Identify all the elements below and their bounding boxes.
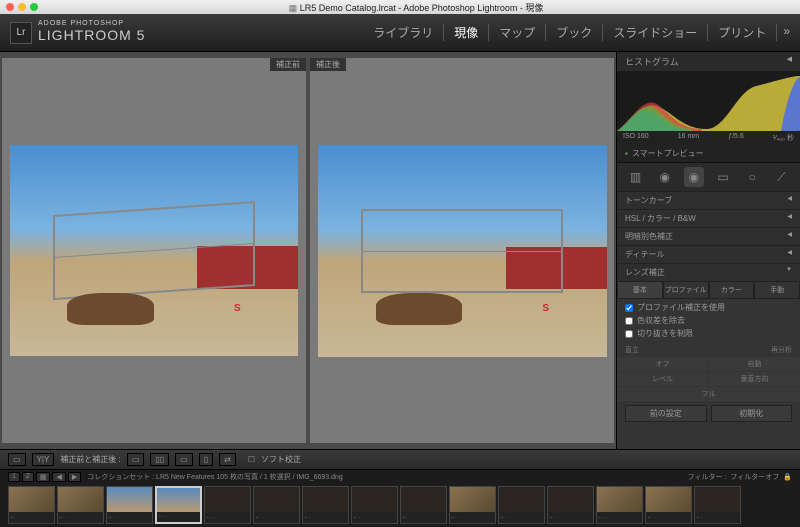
nav-develop[interactable]: 現像 <box>444 24 489 41</box>
upright-buttons: オフ 自動 レベル 垂直方向 フル <box>617 357 800 401</box>
accordion-detail[interactable]: ディテール◀ <box>617 245 800 263</box>
upright-label: 直立 <box>625 345 639 355</box>
grid-icon[interactable]: ▦ <box>36 472 51 482</box>
compare-mode-4[interactable]: ▯ <box>199 453 213 466</box>
compare-mode-3[interactable]: ▭ <box>175 453 193 466</box>
reset-button[interactable]: 初期化 <box>711 405 793 422</box>
compare-mode-2[interactable]: ▯▯ <box>150 453 169 466</box>
thumb[interactable]: ▪ ⋯ <box>302 486 349 524</box>
thumb[interactable]: ▪ ⋯ <box>449 486 496 524</box>
compare-mode-1[interactable]: ▭ <box>127 453 145 466</box>
filmstrip-path[interactable]: コレクションセット : LR5 New Features 105 枚の写真 / … <box>87 472 681 482</box>
filter-label: フィルター : <box>688 472 727 482</box>
filter-lock-icon[interactable]: 🔒 <box>783 473 792 481</box>
gradient-tool[interactable]: ▭ <box>713 167 733 187</box>
before-label: 補正前 <box>270 58 306 71</box>
brush-tool[interactable]: ⟋ <box>771 167 791 187</box>
accordion-lens[interactable]: レンズ補正▼ <box>617 263 800 281</box>
check-profile-correction[interactable]: プロファイル補正を使用 <box>625 302 792 315</box>
nav-more[interactable]: » <box>777 24 790 41</box>
upright-auto[interactable]: 自動 <box>709 357 800 371</box>
compare-view-button[interactable]: Y|Y <box>32 453 55 466</box>
thumb[interactable]: ▪ ⋯ <box>694 486 741 524</box>
upright-vertical[interactable]: 垂直方向 <box>709 372 800 386</box>
loupe-view-button[interactable]: ▭ <box>8 453 26 466</box>
thumb[interactable]: ▪ ⋯ <box>400 486 447 524</box>
histogram-info: ISO 160 16 mm ƒ/5.6 ¹⁄₄₀₀ 秒 <box>617 131 800 145</box>
nav-map[interactable]: マップ <box>489 24 546 41</box>
spot-tool[interactable]: ◉ <box>655 167 675 187</box>
thumb[interactable]: ▪ ⋯ <box>351 486 398 524</box>
thumb[interactable]: ▪ ⋯ <box>106 486 153 524</box>
histogram-header[interactable]: ヒストグラム◀ <box>617 52 800 71</box>
check-chromatic[interactable]: 色収差を除去 <box>625 315 792 328</box>
thumb[interactable]: ▪ ⋯ <box>57 486 104 524</box>
mac-titlebar: ▦ LR5 Demo Catalog.lrcat - Adobe Photosh… <box>0 0 800 14</box>
filmstrip-thumbs[interactable]: ▪ ⋯ ▪ ⋯ ▪ ⋯ ▪ ⋯ ▪ ⋯ ▪ ⋯ ▪ ⋯ ▪ ⋯ ▪ ⋯ ▪ ⋯ … <box>0 484 800 526</box>
develop-panel: ヒストグラム◀ ISO 160 16 mm ƒ/5.6 ¹⁄₄₀₀ 秒 スマート… <box>616 52 800 449</box>
upright-full[interactable]: フル <box>617 387 800 401</box>
swap-button[interactable]: ⇄ <box>219 453 236 466</box>
module-nav: ライブラリ 現像 マップ ブック スライドショー プリント » <box>363 24 790 41</box>
monitor-1[interactable]: 1 <box>8 472 20 482</box>
zoom-window[interactable] <box>30 3 38 11</box>
nav-back[interactable]: ◀ <box>52 472 65 482</box>
bottom-toolbar: ▭ Y|Y 補正前と補正後 : ▭ ▯▯ ▭ ▯ ⇄ ☐ ソフト校正 <box>0 449 800 469</box>
thumb[interactable]: ▪ ⋯ <box>498 486 545 524</box>
reanalyze-button[interactable]: 再分析 <box>771 345 792 355</box>
thumb[interactable]: ▪ ⋯ <box>596 486 643 524</box>
photo-after: S <box>318 145 607 357</box>
soft-proof-label[interactable]: ソフト校正 <box>261 454 301 465</box>
app-logo: Lr ADOBE PHOTOSHOP LIGHTROOM 5 <box>10 20 145 45</box>
logo-badge: Lr <box>10 22 32 44</box>
accordion-splittone[interactable]: 明暗別色補正◀ <box>617 227 800 245</box>
app-header: Lr ADOBE PHOTOSHOP LIGHTROOM 5 ライブラリ 現像 … <box>0 14 800 52</box>
thumb[interactable]: ▪ ⋯ <box>8 486 55 524</box>
close-window[interactable] <box>6 3 14 11</box>
filmstrip: 1 2 ▦ ◀ ▶ コレクションセット : LR5 New Features 1… <box>0 469 800 527</box>
compare-label: 補正前と補正後 : <box>60 454 120 465</box>
monitor-2[interactable]: 2 <box>22 472 34 482</box>
lens-tab-basic[interactable]: 基本 <box>617 281 663 299</box>
minimize-window[interactable] <box>18 3 26 11</box>
lens-tab-color[interactable]: カラー <box>709 281 755 299</box>
radial-tool[interactable]: ○ <box>742 167 762 187</box>
histogram[interactable] <box>617 71 800 131</box>
lens-tab-manual[interactable]: 手動 <box>754 281 800 299</box>
preview-area: 補正前 S 補正後 S <box>0 52 616 449</box>
crop-tool[interactable]: ▥ <box>626 167 646 187</box>
filter-value[interactable]: フィルターオフ <box>730 472 779 482</box>
nav-book[interactable]: ブック <box>546 24 603 41</box>
preview-before[interactable]: 補正前 S <box>2 58 306 443</box>
tool-strip: ▥ ◉ ◉ ▭ ○ ⟋ <box>617 162 800 191</box>
redeye-tool[interactable]: ◉ <box>684 167 704 187</box>
thumb-selected[interactable]: ▪ ⋯ <box>155 486 202 524</box>
photo-before: S <box>10 145 299 357</box>
upright-off[interactable]: オフ <box>617 357 708 371</box>
lens-tabs: 基本 プロファイル カラー 手動 <box>617 281 800 299</box>
smart-preview-indicator: スマートプレビュー <box>617 145 800 162</box>
preview-after[interactable]: 補正後 S <box>310 58 614 443</box>
accordion-tonecurve[interactable]: トーンカーブ◀ <box>617 191 800 209</box>
window-title: LR5 Demo Catalog.lrcat - Adobe Photoshop… <box>300 3 544 13</box>
nav-print[interactable]: プリント <box>708 24 777 41</box>
nav-library[interactable]: ライブラリ <box>363 24 444 41</box>
nav-slideshow[interactable]: スライドショー <box>603 24 708 41</box>
thumb[interactable]: ▪ ⋯ <box>204 486 251 524</box>
previous-settings-button[interactable]: 前の設定 <box>625 405 707 422</box>
accordion-hsl[interactable]: HSL / カラー / B&W◀ <box>617 209 800 227</box>
thumb[interactable]: ▪ ⋯ <box>253 486 300 524</box>
thumb[interactable]: ▪ ⋯ <box>547 486 594 524</box>
lens-tab-profile[interactable]: プロファイル <box>663 281 709 299</box>
upright-level[interactable]: レベル <box>617 372 708 386</box>
check-constrain-crop[interactable]: 切り抜きを制限 <box>625 328 792 341</box>
after-label: 補正後 <box>310 58 346 71</box>
nav-fwd[interactable]: ▶ <box>68 472 81 482</box>
thumb[interactable]: ▪ ⋯ <box>645 486 692 524</box>
